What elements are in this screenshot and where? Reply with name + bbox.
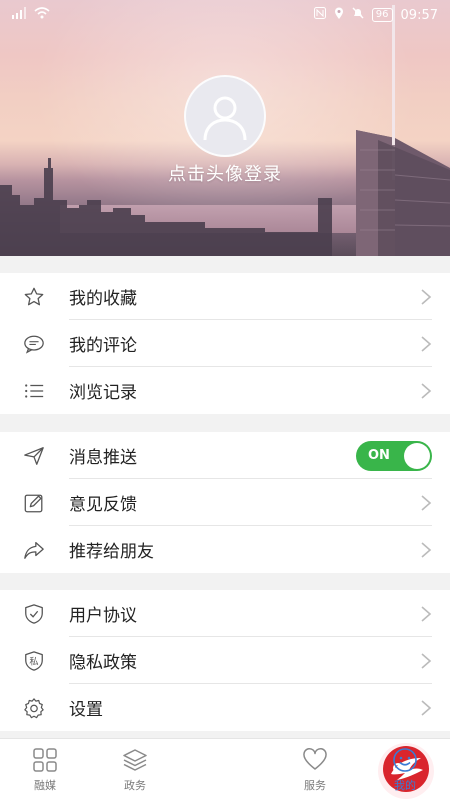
shield-check-icon xyxy=(22,602,46,626)
tab-zhengwu[interactable]: 政务 xyxy=(90,747,180,793)
tab-label: 服务 xyxy=(304,779,326,792)
comment-icon xyxy=(22,332,46,356)
login-prompt[interactable]: 点击头像登录 xyxy=(0,160,450,186)
chevron-right-icon xyxy=(421,383,432,399)
menu-item-favorites[interactable]: 我的收藏 xyxy=(0,273,450,320)
tab-label: 我的 xyxy=(394,779,416,792)
privacy-icon-text: 私 xyxy=(29,657,38,668)
chevron-right-icon xyxy=(421,542,432,558)
push-notification-toggle[interactable]: ON xyxy=(356,441,432,471)
status-time: 09:57 xyxy=(400,7,438,23)
menu-item-label: 我的评论 xyxy=(69,336,137,356)
location-icon xyxy=(334,7,344,24)
chevron-right-icon xyxy=(421,336,432,352)
signal-icon xyxy=(12,7,28,23)
menu-item-privacy-policy[interactable]: 私 隐私政策 xyxy=(0,637,450,684)
menu-item-label: 消息推送 xyxy=(69,448,137,468)
star-icon xyxy=(22,285,46,309)
list-icon xyxy=(22,379,46,403)
status-bar: 96 09:57 xyxy=(0,0,450,30)
menu-item-label: 用户协议 xyxy=(69,606,137,626)
menu-item-push-notifications: 消息推送 ON xyxy=(0,432,450,479)
edit-icon xyxy=(22,491,46,515)
chevron-right-icon xyxy=(421,653,432,669)
chevron-right-icon xyxy=(421,606,432,622)
grid-icon xyxy=(33,748,57,772)
user-avatar-icon xyxy=(203,96,247,141)
menu-item-label: 浏览记录 xyxy=(69,383,137,403)
profile-header-background: 96 09:57 点击头像登录 xyxy=(0,0,450,256)
profile-page: 96 09:57 点击头像登录 我的收藏 我的评论 浏览记录 消息推送 ON 意… xyxy=(0,0,450,800)
toggle-state-label: ON xyxy=(368,448,390,463)
mute-icon xyxy=(352,7,364,23)
tab-label: 政务 xyxy=(124,779,146,792)
battery-indicator: 96 xyxy=(371,8,393,22)
nfc-icon xyxy=(313,7,326,23)
tab-fuwu[interactable]: 服务 xyxy=(270,747,360,793)
heart-icon xyxy=(303,747,327,770)
share-icon xyxy=(22,538,46,562)
menu-item-label: 意见反馈 xyxy=(69,495,137,515)
avatar-button[interactable] xyxy=(184,75,266,157)
menu-group-about: 用户协议 私 隐私政策 设置 xyxy=(0,590,450,731)
menu-item-settings[interactable]: 设置 xyxy=(0,684,450,731)
menu-item-recommend[interactable]: 推荐给朋友 xyxy=(0,526,450,573)
gear-icon xyxy=(22,696,46,720)
smile-icon xyxy=(393,748,417,772)
privacy-shield-icon: 私 xyxy=(22,649,46,673)
layers-icon xyxy=(123,749,147,771)
chevron-right-icon xyxy=(421,289,432,305)
chevron-right-icon xyxy=(421,495,432,511)
menu-item-label: 设置 xyxy=(69,700,103,720)
toggle-knob xyxy=(404,443,430,469)
menu-group-actions: 消息推送 ON 意见反馈 推荐给朋友 xyxy=(0,432,450,573)
bottom-tab-bar: 融媒 政务 服务 我的 xyxy=(0,738,450,800)
tab-mine[interactable]: 我的 xyxy=(360,747,450,793)
menu-item-feedback[interactable]: 意见反馈 xyxy=(0,479,450,526)
send-icon xyxy=(22,444,46,468)
menu-item-comments[interactable]: 我的评论 xyxy=(0,320,450,367)
tab-label: 融媒 xyxy=(34,779,56,792)
menu-item-label: 隐私政策 xyxy=(69,653,137,673)
menu-item-user-agreement[interactable]: 用户协议 xyxy=(0,590,450,637)
chevron-right-icon xyxy=(421,700,432,716)
menu-group-personal: 我的收藏 我的评论 浏览记录 xyxy=(0,273,450,414)
menu-item-label: 推荐给朋友 xyxy=(69,542,154,562)
tab-rongmei[interactable]: 融媒 xyxy=(0,747,90,793)
wifi-icon xyxy=(34,7,50,23)
menu-item-label: 我的收藏 xyxy=(69,289,137,309)
menu-item-history[interactable]: 浏览记录 xyxy=(0,367,450,414)
